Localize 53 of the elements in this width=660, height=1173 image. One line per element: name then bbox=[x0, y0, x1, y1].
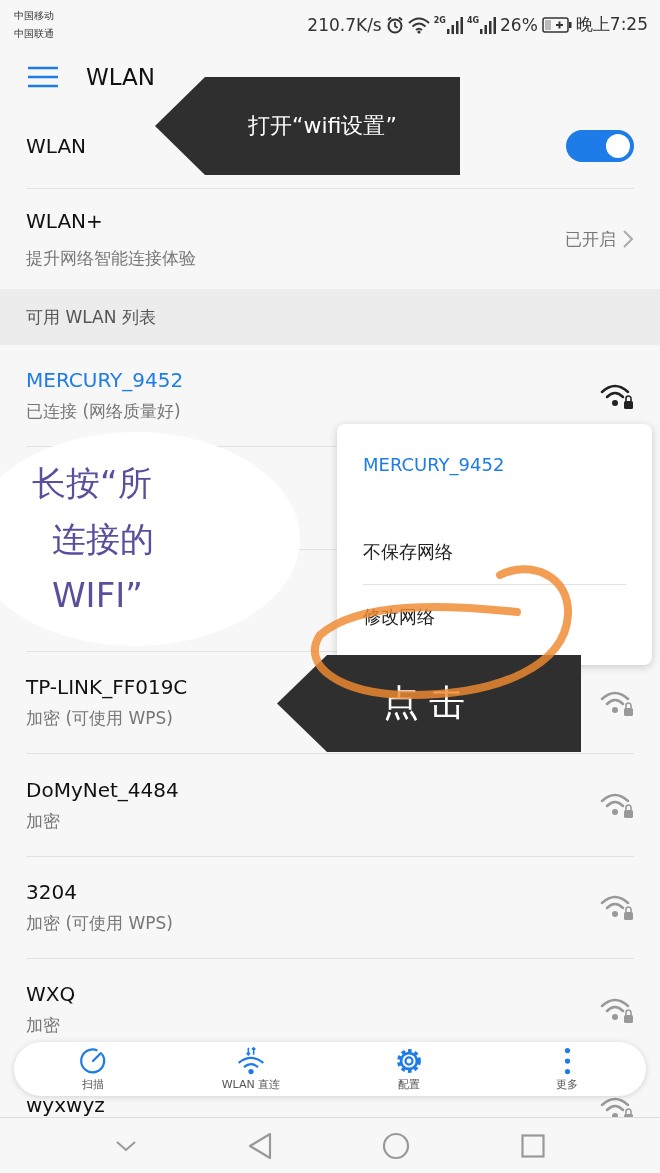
network-speed: 210.7K/s bbox=[307, 14, 382, 35]
network-name[interactable]: TP-LINK_FF019C bbox=[26, 675, 188, 700]
alarm-icon bbox=[385, 15, 404, 34]
recent-apps-icon[interactable] bbox=[520, 1133, 545, 1158]
wifi-lock-icon bbox=[600, 1095, 634, 1118]
carrier-name: 中国移动 bbox=[14, 8, 54, 23]
toolbar-button[interactable]: WLAN 直连 bbox=[191, 1046, 311, 1092]
bubble-text: WIFI” bbox=[51, 574, 144, 617]
wifi-direct-icon bbox=[236, 1046, 266, 1076]
menu-icon[interactable] bbox=[28, 66, 58, 88]
menu-title: MERCURY_9452 bbox=[362, 453, 506, 478]
setting-label[interactable]: WLAN+ bbox=[26, 208, 196, 233]
setting-description: 提升网络智能连接体验 bbox=[26, 246, 196, 270]
network-status: 加密 bbox=[26, 1014, 61, 1038]
wifi-lock-icon bbox=[600, 893, 634, 922]
home-icon[interactable] bbox=[382, 1131, 411, 1160]
scan-icon bbox=[78, 1046, 108, 1076]
chevron-right-icon bbox=[622, 229, 634, 249]
clock-time: 晚上7:25 bbox=[575, 13, 648, 37]
wifi-lock-icon bbox=[600, 791, 634, 820]
setting-status: 已开启 bbox=[565, 227, 616, 251]
toolbar-button[interactable]: 扫描 bbox=[33, 1046, 153, 1092]
network-status: 加密 (可使用 WPS) bbox=[26, 707, 174, 731]
signal-icon bbox=[480, 15, 496, 34]
toolbar-button[interactable]: 配置 bbox=[349, 1046, 469, 1092]
network-name[interactable]: WXQ bbox=[26, 982, 76, 1007]
setting-label: WLAN bbox=[26, 134, 87, 159]
network-name[interactable]: 3204 bbox=[26, 879, 173, 904]
network-name[interactable]: DoMyNet_4484 bbox=[26, 777, 179, 802]
network-status: 加密 (可使用 WPS) bbox=[26, 911, 173, 935]
battery-icon bbox=[541, 16, 572, 33]
network-status: 加密 bbox=[26, 809, 61, 833]
menu-item[interactable]: 不保存网络 bbox=[337, 520, 652, 584]
settings-icon bbox=[394, 1046, 424, 1076]
network-name[interactable]: wyxwyz bbox=[26, 1095, 105, 1116]
wifi-icon bbox=[407, 15, 430, 34]
signal-icon bbox=[446, 15, 463, 34]
section-header: 可用 WLAN 列表 bbox=[0, 289, 660, 345]
carrier-name: 中国联通 bbox=[14, 26, 54, 41]
network-name[interactable]: MERCURY_9452 bbox=[26, 368, 184, 393]
chevron-down-icon[interactable] bbox=[115, 1139, 138, 1152]
more-icon bbox=[563, 1046, 571, 1076]
network-type: 4G bbox=[466, 15, 479, 25]
back-icon[interactable] bbox=[247, 1131, 272, 1160]
toggle-switch[interactable] bbox=[566, 130, 634, 163]
callout: 打开“wifi设置” bbox=[155, 77, 460, 175]
network-type: 2G bbox=[433, 15, 446, 25]
network-status: 已连接 (网络质量好) bbox=[26, 400, 182, 424]
toolbar-button[interactable]: 更多 bbox=[507, 1046, 627, 1092]
battery-percent: 26% bbox=[500, 14, 538, 35]
bubble-text: 长按“所 bbox=[32, 462, 153, 505]
page-title: WLAN bbox=[86, 64, 156, 90]
bubble-text: 连接的 bbox=[51, 518, 155, 561]
